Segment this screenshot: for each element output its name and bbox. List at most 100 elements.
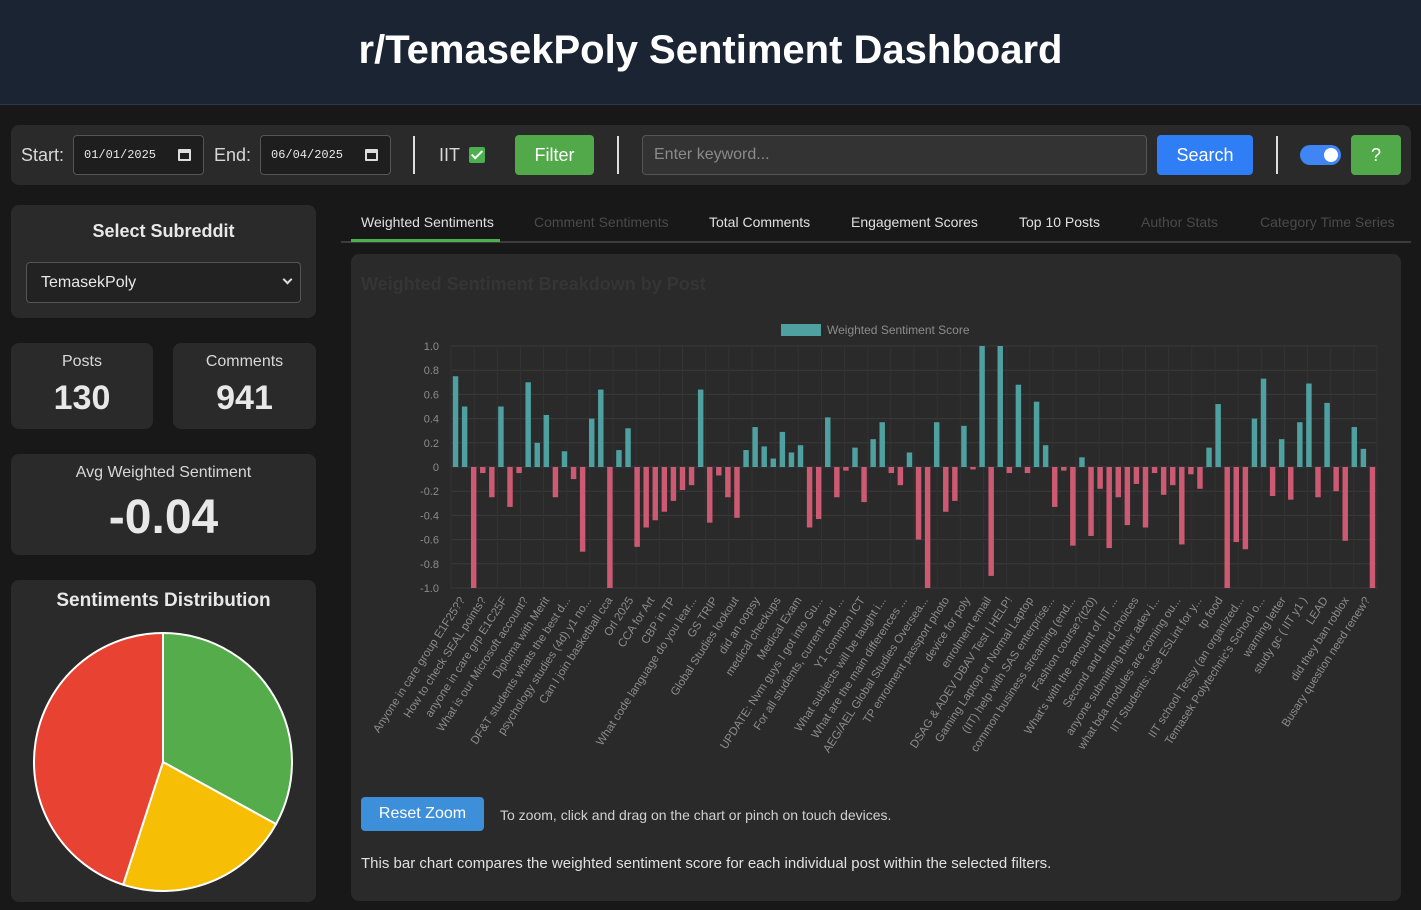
comments-card: Comments 941 [173,343,316,429]
bar [616,450,622,467]
bar [725,467,731,498]
bar [924,467,931,588]
end-date-value: 06/04/2025 [271,148,344,162]
bar [507,467,513,507]
bar [1061,467,1067,471]
zoom-hint: To zoom, click and drag on the chart or … [500,807,892,823]
bar [661,467,668,512]
bar [1015,384,1022,467]
bar [625,428,631,467]
tab-comment-sentiments[interactable]: Comment Sentiments [534,214,669,230]
bar [1151,467,1158,474]
bar [1006,467,1013,474]
bar [1215,404,1221,467]
bar [825,417,831,467]
y-tick-label: 1.0 [424,341,439,353]
bar [915,467,922,540]
y-tick-label: -1.0 [420,583,439,595]
filter-toolbar: Start: 01/01/2025 End: 06/04/2025 IIT Fi… [11,125,1411,185]
tab-author-stats[interactable]: Author Stats [1141,214,1218,230]
toggle-knob [1324,148,1338,162]
bar [1088,467,1094,536]
end-label: End: [214,145,252,165]
y-tick-label: 0.2 [424,438,439,450]
bar [716,467,722,476]
y-tick-label: -0.6 [420,535,439,547]
bar [1288,467,1294,500]
bar [579,467,586,552]
y-tick-label: -0.8 [420,559,439,571]
bar [1051,467,1058,507]
bar [1297,422,1303,467]
bar [1115,467,1121,498]
tab-total-comments[interactable]: Total Comments [709,214,810,230]
divider [617,136,619,174]
bar [1342,467,1348,541]
help-button[interactable]: ? [1351,135,1401,175]
tab-engagement-scores[interactable]: Engagement Scores [851,214,978,230]
calendar-icon[interactable] [178,149,191,161]
calendar-icon[interactable] [365,149,378,161]
bar [1188,467,1194,475]
y-tick-label: 0.8 [424,365,439,377]
tab-top-10-posts[interactable]: Top 10 Posts [1019,214,1100,230]
bar [834,467,840,498]
bar [1170,467,1176,486]
bar [888,467,895,474]
bar [979,346,985,467]
bar [1324,402,1330,467]
bar [988,467,994,576]
bar [1124,467,1131,526]
start-date-input[interactable]: 01/01/2025 [73,135,204,175]
bar [1033,401,1040,467]
bar [570,467,577,480]
keyword-search-input[interactable]: Enter keyword... [642,135,1147,175]
bar [1133,467,1140,484]
bar [707,467,713,523]
bar [652,467,658,521]
bar [561,451,568,467]
bar [1024,467,1031,474]
posts-label: Posts [61,353,102,370]
filter-button[interactable]: Filter [515,135,594,175]
bar [952,467,958,501]
bar [543,414,550,467]
search-button[interactable]: Search [1157,135,1253,175]
bar [770,458,777,467]
tab-category-time-series[interactable]: Category Time Series [1260,214,1395,230]
bar [1260,378,1267,467]
bar [1197,467,1203,489]
subreddit-select[interactable]: TemasekPoly [26,262,301,303]
bar [461,406,468,467]
bar [1233,467,1240,543]
bar [679,467,686,490]
bar [1360,448,1367,467]
bar [779,431,786,467]
bar [470,467,477,588]
posts-card: Posts 130 [11,343,153,429]
bar [943,467,949,512]
tab-weighted-sentiments[interactable]: Weighted Sentiments [361,214,494,230]
bar [1333,467,1339,492]
bar [452,376,459,467]
bar [489,467,495,498]
reset-zoom-button[interactable]: Reset Zoom [361,797,484,831]
weighted-sentiment-bar-chart[interactable]: Weighted Sentiment Score 1.0 0.8 0.6 0.4 0.2 0… [351,254,1401,784]
legend-swatch [781,324,821,336]
start-label: Start: [21,145,65,165]
comments-label: Comments [205,353,284,370]
divider [413,136,415,174]
bar [634,467,640,547]
bar [1369,467,1376,588]
bar [516,467,522,474]
end-date-input[interactable]: 06/04/2025 [260,135,391,175]
app-header: r/TemasekPoly Sentiment Dashboard [0,0,1421,105]
bar [797,445,804,467]
theme-toggle[interactable] [1300,145,1341,165]
bar [761,446,767,467]
bar [697,389,704,467]
y-tick-label: -0.4 [420,510,439,522]
chart-panel: Weighted Sentiment Breakdown by Post Wei… [351,254,1401,901]
iit-checkbox[interactable] [469,147,485,163]
bar [1179,467,1185,545]
